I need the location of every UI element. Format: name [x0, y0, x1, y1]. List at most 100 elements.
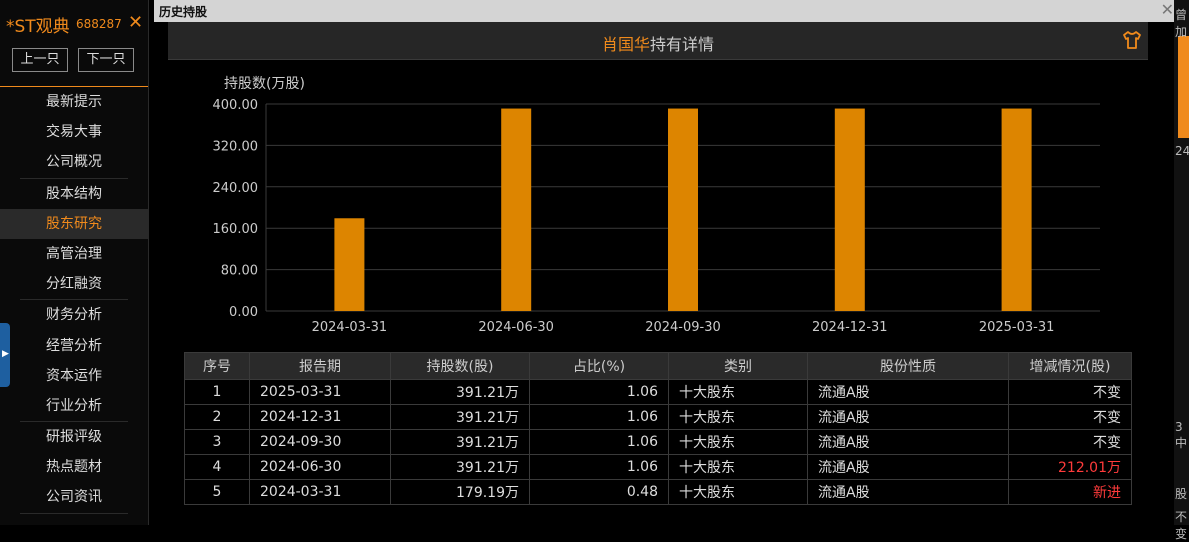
col-header-category[interactable]: 类别: [668, 352, 808, 380]
sidebar: *ST观典 688287 ✕ 上一只 下一只 最新提示 交易大事 公司概况 股本…: [0, 0, 149, 525]
cell-change: 不变: [1008, 404, 1132, 430]
cell-period: 2024-09-30: [249, 429, 391, 455]
cell-change: 不变: [1008, 429, 1132, 455]
x-axis-ticks: 2024-03-31 2024-06-30 2024-09-30 2024-12-31…: [312, 320, 1055, 335]
cell-change: 212.01万: [1008, 454, 1132, 480]
x-tick-label: 2024-06-30: [478, 320, 554, 335]
chart-bars: [334, 108, 1032, 311]
sidebar-collapse-tab[interactable]: ▶: [0, 323, 10, 387]
bar-2025-03-31[interactable]: [1001, 108, 1032, 311]
sidebar-item-company-news[interactable]: 公司资讯: [0, 482, 148, 512]
cell-period: 2024-06-30: [249, 454, 391, 480]
stock-code: 688287: [76, 17, 122, 31]
y-tick-label: 80.00: [221, 264, 258, 279]
prev-stock-button[interactable]: 上一只: [12, 48, 68, 72]
cell-shares: 179.19万: [390, 479, 530, 505]
sidebar-item-latest[interactable]: 最新提示: [0, 87, 148, 117]
sidebar-item-share-structure[interactable]: 股本结构: [0, 179, 148, 209]
cell-shares: 391.21万: [390, 404, 530, 430]
cell-share-type: 流通A股: [807, 454, 1009, 480]
table-row[interactable]: 1 2025-03-31 391.21万 1.06 十大股东 流通A股 不变: [184, 379, 1132, 405]
sidebar-menu: 最新提示 交易大事 公司概况 股本结构 股东研究 高管治理 分红融资 财务分析 …: [0, 87, 148, 514]
y-tick-label: 160.00: [213, 222, 259, 237]
table-row[interactable]: 5 2024-03-31 179.19万 0.48 十大股东 流通A股 新进: [184, 479, 1132, 505]
table-row[interactable]: 4 2024-06-30 391.21万 1.06 十大股东 流通A股 212.…: [184, 454, 1132, 480]
bar-2024-03-31[interactable]: [334, 218, 365, 311]
x-tick-label: 2024-12-31: [812, 320, 888, 335]
bar-2024-12-31[interactable]: [834, 108, 865, 311]
cell-change: 新进: [1008, 479, 1132, 505]
y-axis-ticks: 0.00 80.00 160.00 240.00 320.00 400.00: [213, 98, 259, 320]
detail-title: 肖国华持有详情: [168, 31, 1148, 55]
y-tick-label: 320.00: [213, 139, 259, 154]
holdings-table: 序号 报告期 持股数(股) 占比(%) 类别 股份性质 增减情况(股) 1 20…: [184, 352, 1132, 505]
cell-period: 2024-03-31: [249, 479, 391, 505]
col-header-shares[interactable]: 持股数(股): [390, 352, 530, 380]
chevron-right-icon: ▶: [2, 349, 9, 359]
cell-period: 2024-12-31: [249, 404, 391, 430]
sidebar-item-company-overview[interactable]: 公司概况: [0, 147, 148, 177]
table-row[interactable]: 2 2024-12-31 391.21万 1.06 十大股东 流通A股 不变: [184, 404, 1132, 430]
cell-index: 2: [184, 404, 250, 430]
cell-ratio: 1.06: [529, 404, 669, 430]
sidebar-item-governance[interactable]: 高管治理: [0, 239, 148, 269]
col-header-period[interactable]: 报告期: [249, 352, 391, 380]
sidebar-item-industry-analysis[interactable]: 行业分析: [0, 391, 148, 421]
bar-2024-06-30[interactable]: [501, 108, 532, 311]
shirt-icon[interactable]: [1122, 30, 1142, 50]
y-tick-label: 400.00: [213, 98, 259, 113]
cell-category: 十大股东: [668, 379, 808, 405]
sidebar-item-trading-events[interactable]: 交易大事: [0, 117, 148, 147]
sidebar-item-operations-analysis[interactable]: 经营分析: [0, 331, 148, 361]
col-header-index[interactable]: 序号: [184, 352, 250, 380]
background-text: 不变: [1175, 510, 1188, 541]
window-title: 历史持股: [159, 5, 208, 19]
y-tick-label: 240.00: [213, 181, 259, 196]
sidebar-item-research-ratings[interactable]: 研报评级: [0, 422, 148, 452]
cell-category: 十大股东: [668, 404, 808, 430]
cell-period: 2025-03-31: [249, 379, 391, 405]
cell-shares: 391.21万: [390, 454, 530, 480]
sidebar-item-financial-analysis[interactable]: 财务分析: [0, 300, 148, 330]
holder-name: 肖国华: [601, 35, 650, 54]
detail-title-suffix: 持有详情: [650, 35, 715, 54]
cell-share-type: 流通A股: [807, 479, 1009, 505]
cell-share-type: 流通A股: [807, 379, 1009, 405]
sidebar-item-capital-ops[interactable]: 资本运作: [0, 361, 148, 391]
background-text: 股: [1175, 487, 1188, 501]
holdings-bar-chart: 持股数(万股) 0.00 80.00 160.00 240.00 320.00 400.0…: [213, 76, 1100, 335]
window-close-icon[interactable]: ✕: [1161, 0, 1174, 19]
col-header-share-type[interactable]: 股份性质: [807, 352, 1009, 380]
detail-header: 肖国华持有详情: [168, 22, 1148, 60]
cell-index: 1: [184, 379, 250, 405]
y-axis-label: 持股数(万股): [224, 76, 305, 92]
cell-ratio: 1.06: [529, 429, 669, 455]
next-stock-button[interactable]: 下一只: [78, 48, 134, 72]
cell-index: 5: [184, 479, 250, 505]
cell-ratio: 0.48: [529, 479, 669, 505]
cell-index: 3: [184, 429, 250, 455]
sidebar-item-hot-topics[interactable]: 热点题材: [0, 452, 148, 482]
col-header-change[interactable]: 增减情况(股): [1008, 352, 1132, 380]
history-holdings-window: 历史持股 ✕ 肖国华持有详情 持股数(万股) 0.00 80.00 160.00 24…: [154, 0, 1174, 525]
stock-name: *ST观典: [6, 17, 70, 37]
cell-category: 十大股东: [668, 479, 808, 505]
table-header-row: 序号 报告期 持股数(股) 占比(%) 类别 股份性质 增减情况(股): [184, 352, 1132, 380]
sidebar-item-dividends[interactable]: 分红融资: [0, 269, 148, 299]
background-bar: [1178, 36, 1189, 138]
x-tick-label: 2024-03-31: [312, 320, 388, 335]
sidebar-item-shareholder-research[interactable]: 股东研究: [0, 208, 148, 239]
cell-share-type: 流通A股: [807, 429, 1009, 455]
close-icon[interactable]: ✕: [128, 12, 143, 33]
cell-category: 十大股东: [668, 454, 808, 480]
cell-change: 不变: [1008, 379, 1132, 405]
col-header-ratio[interactable]: 占比(%): [529, 352, 669, 380]
cell-shares: 391.21万: [390, 429, 530, 455]
cell-ratio: 1.06: [529, 379, 669, 405]
x-tick-label: 2024-09-30: [645, 320, 721, 335]
background-text: 曾加: [1175, 8, 1188, 39]
bar-2024-09-30[interactable]: [668, 108, 698, 311]
background-text: 24: [1175, 144, 1189, 158]
table-row[interactable]: 3 2024-09-30 391.21万 1.06 十大股东 流通A股 不变: [184, 429, 1132, 455]
x-tick-label: 2025-03-31: [979, 320, 1055, 335]
